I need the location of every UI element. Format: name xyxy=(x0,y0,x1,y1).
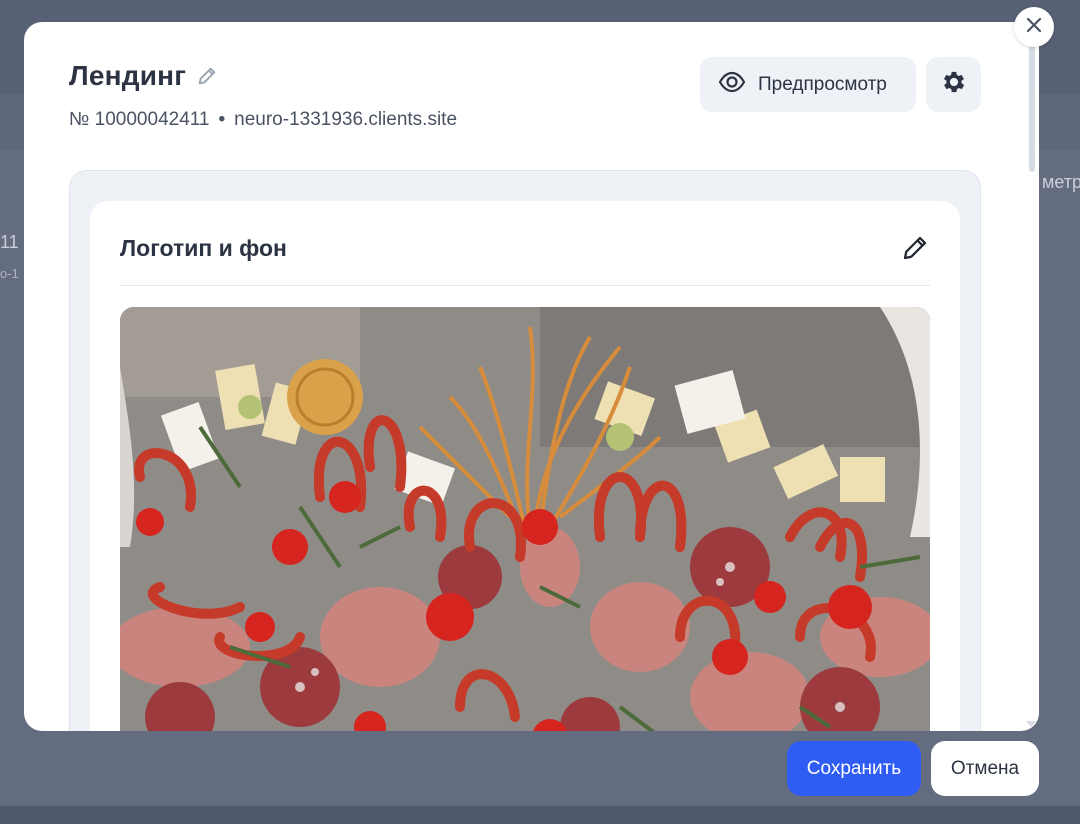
divider xyxy=(120,285,930,286)
sections-panel: Логотип и фон xyxy=(69,170,981,731)
pencil-icon[interactable] xyxy=(196,65,218,87)
preview-button[interactable]: Предпросмотр xyxy=(700,57,916,112)
modal-scrollbar[interactable] xyxy=(1029,36,1035,172)
pencil-icon[interactable] xyxy=(900,233,930,263)
background-text: o-1 xyxy=(0,266,19,281)
background-text: метр xyxy=(1042,172,1080,192)
section-title: Логотип и фон xyxy=(120,235,287,261)
background-image xyxy=(120,307,930,731)
landing-number: № 10000042411 xyxy=(69,109,210,130)
eye-icon xyxy=(718,68,746,102)
separator: • xyxy=(218,109,226,130)
gear-icon xyxy=(940,68,968,101)
settings-button[interactable] xyxy=(926,57,981,112)
landing-meta: № 10000042411 • neuro-1331936.clients.si… xyxy=(69,109,457,131)
page-title: Лендинг xyxy=(69,60,187,91)
background-footer xyxy=(0,806,1080,824)
close-icon xyxy=(1025,16,1043,39)
landing-settings-modal: Лендинг № 10000042411 • neuro-1331936.cl… xyxy=(24,22,1039,731)
logo-background-section: Логотип и фон xyxy=(90,201,960,731)
close-button[interactable] xyxy=(1014,7,1054,47)
background-text: 11 xyxy=(0,232,19,252)
scroll-down-arrow-icon[interactable] xyxy=(1026,721,1036,727)
landing-domain: neuro-1331936.clients.site xyxy=(234,109,458,130)
save-button[interactable]: Сохранить xyxy=(787,741,921,796)
title-row: Лендинг xyxy=(69,60,218,92)
cancel-button[interactable]: Отмена xyxy=(931,741,1039,796)
preview-label: Предпросмотр xyxy=(758,73,887,95)
